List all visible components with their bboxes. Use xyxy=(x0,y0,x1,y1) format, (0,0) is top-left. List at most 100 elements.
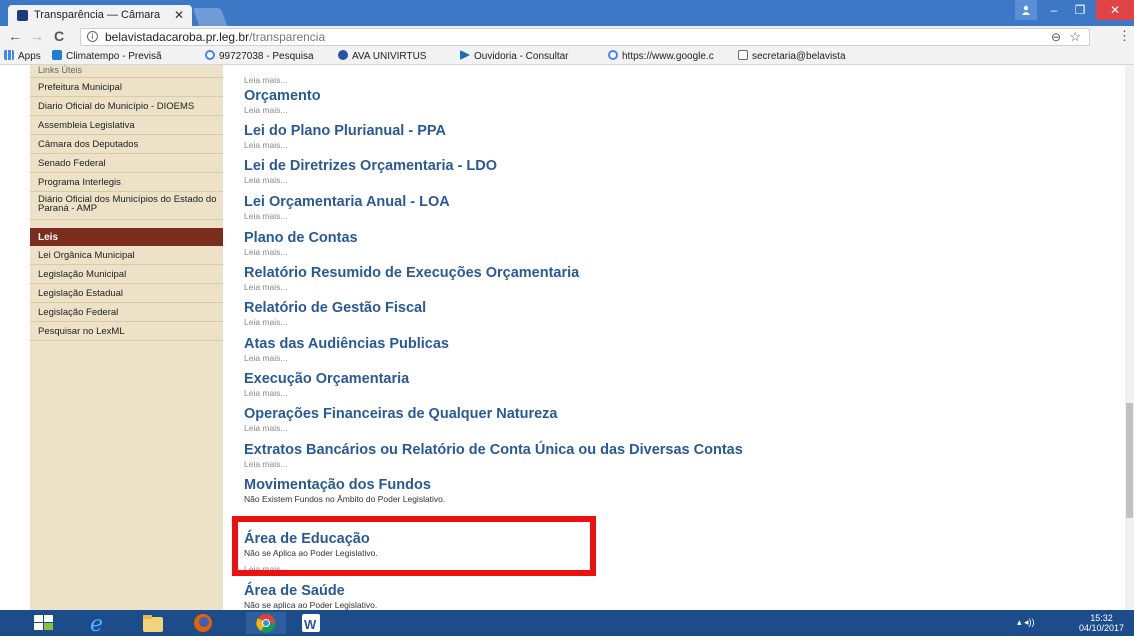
reload-button[interactable]: C xyxy=(54,28,64,44)
sidebar-section-links-uteis: Links Úteis xyxy=(30,65,223,78)
svg-text:W: W xyxy=(304,617,317,632)
bookmark-ava[interactable]: AVA UNIVIRTUS xyxy=(338,50,426,62)
bookmark-label: https://www.google.c xyxy=(622,51,714,62)
bookmark-label: 99727038 - Pesquisa xyxy=(219,51,314,62)
bookmark-climatempo[interactable]: Climatempo - Previsã xyxy=(52,50,162,62)
bookmark-label: secretaria@belavista xyxy=(752,51,846,62)
entry-title-link[interactable]: Relatório Resumido de Execuções Orçament… xyxy=(244,265,579,281)
back-button[interactable]: ← xyxy=(8,28,22,44)
file-explorer-icon[interactable] xyxy=(140,612,180,634)
windows-logo-icon xyxy=(34,615,53,630)
bookmark-secretaria[interactable]: secretaria@belavista xyxy=(738,50,846,62)
read-more-link[interactable]: Leia mais... xyxy=(244,459,743,469)
clock-time: 15:32 xyxy=(1090,613,1113,623)
address-bar[interactable]: i belavistadacaroba.pr.leg.br/transparen… xyxy=(80,28,1090,46)
entry-title-link[interactable]: Plano de Contas xyxy=(244,230,358,246)
list-item: Lei do Plano Plurianual - PPA Leia mais.… xyxy=(244,123,446,150)
tab-title: Transparência — Câmara xyxy=(34,9,161,21)
entry-title-link[interactable]: Relatório de Gestão Fiscal xyxy=(244,300,426,316)
entry-title-link[interactable]: Extratos Bancários ou Relatório de Conta… xyxy=(244,442,743,458)
list-item: Atas das Audiências Publicas Leia mais..… xyxy=(244,336,449,363)
read-more-link[interactable]: Leia mais... xyxy=(244,140,446,150)
sidebar-link[interactable]: Pesquisar no LexML xyxy=(30,322,223,341)
bookmark-google[interactable]: https://www.google.c xyxy=(608,50,714,62)
forward-button[interactable]: → xyxy=(30,28,44,44)
browser-tab[interactable]: Transparência — Câmara ✕ xyxy=(8,5,192,26)
chrome-icon[interactable] xyxy=(246,612,286,634)
entry-title-link[interactable]: Lei de Diretrizes Orçamentaria - LDO xyxy=(244,158,497,174)
bookmark-pesquisa[interactable]: 99727038 - Pesquisa xyxy=(205,50,314,62)
site-info-icon[interactable]: i xyxy=(87,31,98,42)
entry-title-link[interactable]: Lei do Plano Plurianual - PPA xyxy=(244,123,446,139)
system-tray-icons[interactable]: ▴ ◂)) xyxy=(1017,617,1035,628)
read-more-link[interactable]: Leia mais... xyxy=(244,388,409,398)
sidebar-link[interactable]: Senado Federal xyxy=(30,154,223,173)
bookmark-ouvidoria[interactable]: Ouvidoria - Consultar xyxy=(460,50,568,62)
firefox-icon[interactable] xyxy=(190,612,230,634)
sidebar-link[interactable]: Diário Oficial dos Municípios do Estado … xyxy=(30,192,223,220)
window-restore-button[interactable]: ❐ xyxy=(1068,0,1092,20)
bookmark-apps[interactable]: Apps xyxy=(4,50,41,62)
sidebar-link[interactable]: Assembleia Legislativa xyxy=(30,116,223,135)
list-item: Orçamento Leia mais... xyxy=(244,88,321,115)
entry-title-link[interactable]: Operações Financeiras de Qualquer Nature… xyxy=(244,406,557,422)
entry-title-link[interactable]: Área de Saúde xyxy=(244,583,377,599)
bookmark-star-icon[interactable]: ☆ xyxy=(1069,29,1081,45)
list-item: Lei de Diretrizes Orçamentaria - LDO Lei… xyxy=(244,158,497,185)
entry-title-link[interactable]: Atas das Audiências Publicas xyxy=(244,336,449,352)
internet-explorer-icon[interactable]: e xyxy=(84,612,124,637)
tab-close-icon[interactable]: ✕ xyxy=(174,8,184,22)
word-icon[interactable]: W xyxy=(298,612,338,634)
user-profile-icon[interactable] xyxy=(1015,0,1037,20)
google-icon xyxy=(205,50,215,60)
entry-description: Não Existem Fundos no Âmbito do Poder Le… xyxy=(244,494,446,504)
entry-title-link[interactable]: Movimentação dos Fundos xyxy=(244,477,445,493)
scrollbar-thumb[interactable] xyxy=(1126,403,1133,518)
windows-taskbar: e W ▴ ◂)) 15:32 04/10/2017 xyxy=(0,610,1134,637)
browser-tab-bar: Transparência — Câmara ✕ – ❐ ✕ xyxy=(0,0,1134,26)
bookmark-label: Climatempo - Previsã xyxy=(66,51,162,62)
browser-toolbar: ← → C i belavistadacaroba.pr.leg.br/tran… xyxy=(0,26,1134,48)
page-scrollbar[interactable] xyxy=(1125,65,1134,610)
sidebar-link[interactable]: Câmara dos Deputados xyxy=(30,135,223,154)
entry-title-link[interactable]: Lei Orçamentaria Anual - LOA xyxy=(244,194,450,210)
browser-menu-icon[interactable]: ⋮ xyxy=(1118,28,1131,44)
new-tab-button[interactable] xyxy=(192,8,228,26)
sidebar-link[interactable]: Programa Interlegis xyxy=(30,173,223,192)
window-close-button[interactable]: ✕ xyxy=(1096,0,1134,20)
list-item: Operações Financeiras de Qualquer Nature… xyxy=(244,406,557,433)
bookmark-label: AVA UNIVIRTUS xyxy=(352,51,427,62)
sidebar-link[interactable]: Legislação Federal xyxy=(30,303,223,322)
apps-icon xyxy=(4,50,14,60)
mail-icon xyxy=(738,50,748,60)
sidebar-link[interactable]: Diario Oficial do Município - DIOEMS xyxy=(30,97,223,116)
entry-title-link[interactable]: Execução Orçamentaria xyxy=(244,371,409,387)
read-more-link[interactable]: Leia mais... xyxy=(244,423,557,433)
google-icon xyxy=(608,50,618,60)
highlight-annotation-box xyxy=(232,516,596,576)
bookmark-label: Ouvidoria - Consultar xyxy=(474,51,569,62)
taskbar-clock[interactable]: 15:32 04/10/2017 xyxy=(1079,613,1124,633)
svg-text:e: e xyxy=(90,612,103,634)
read-more-link[interactable]: Leia mais... xyxy=(244,75,287,85)
entry-title-link[interactable]: Orçamento xyxy=(244,88,321,104)
zoom-icon[interactable]: ⊖ xyxy=(1051,30,1061,44)
site-favicon-icon xyxy=(17,10,28,21)
read-more-link[interactable]: Leia mais... xyxy=(244,353,449,363)
sidebar-link[interactable]: Prefeitura Municipal xyxy=(30,78,223,97)
window-minimize-button[interactable]: – xyxy=(1042,0,1066,20)
read-more-link[interactable]: Leia mais... xyxy=(244,105,321,115)
sidebar-link[interactable]: Legislação Estadual xyxy=(30,284,223,303)
read-more-link[interactable]: Leia mais... xyxy=(244,247,358,257)
sidebar-link[interactable]: Lei Orgânica Municipal xyxy=(30,246,223,265)
list-item: Lei Orçamentaria Anual - LOA Leia mais..… xyxy=(244,194,450,221)
ava-icon xyxy=(338,50,348,60)
list-item: Extratos Bancários ou Relatório de Conta… xyxy=(244,442,743,469)
read-more-link[interactable]: Leia mais... xyxy=(244,282,579,292)
read-more-link[interactable]: Leia mais... xyxy=(244,317,426,327)
start-button[interactable] xyxy=(24,612,64,634)
list-item: Relatório de Gestão Fiscal Leia mais... xyxy=(244,300,426,327)
sidebar-link[interactable]: Legislação Municipal xyxy=(30,265,223,284)
read-more-link[interactable]: Leia mais... xyxy=(244,175,497,185)
read-more-link[interactable]: Leia mais... xyxy=(244,211,450,221)
